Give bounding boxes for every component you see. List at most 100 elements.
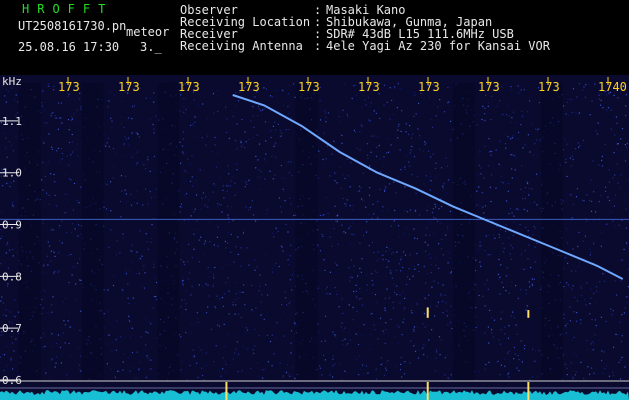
noise-dot — [363, 373, 365, 375]
noise-dot — [234, 140, 237, 142]
antenna-value: 4ele Yagi Az 230 for Kansai VOR — [326, 39, 550, 53]
noise-dot — [386, 288, 388, 290]
noise-dot — [289, 85, 291, 87]
noise-dot — [57, 102, 60, 104]
noise-dot — [155, 296, 157, 298]
noise-dot — [591, 319, 593, 321]
noise-dot — [214, 266, 216, 269]
noise-dot — [189, 295, 191, 297]
noise-dot — [269, 340, 272, 343]
noise-dot — [359, 288, 361, 290]
noise-dot — [482, 295, 484, 297]
noise-dot — [431, 286, 433, 288]
noise-dot — [148, 321, 150, 323]
noise-dot — [16, 252, 18, 254]
noise-dot — [206, 364, 208, 366]
noise-dot — [376, 302, 378, 304]
noise-dot — [331, 153, 333, 155]
noise-dot — [392, 307, 394, 309]
noise-dot — [246, 247, 248, 249]
noise-dot — [197, 104, 200, 107]
noise-dot — [360, 123, 362, 125]
noise-dot — [47, 312, 49, 314]
noise-dot — [387, 360, 389, 362]
noise-dot — [122, 361, 124, 363]
noise-dot — [232, 176, 234, 178]
noise-dot — [6, 285, 9, 287]
noise-dot — [571, 375, 573, 377]
noise-dot — [343, 203, 346, 205]
noise-dot — [147, 332, 149, 334]
noise-dot — [212, 284, 215, 286]
noise-dot — [526, 305, 528, 307]
noise-dot — [251, 285, 253, 287]
time-band — [452, 83, 475, 380]
noise-dot — [402, 291, 404, 293]
noise-dot — [320, 119, 322, 121]
noise-dot — [210, 328, 212, 330]
noise-dot — [230, 251, 232, 253]
noise-dot — [241, 370, 243, 372]
noise-dot — [42, 271, 44, 273]
noise-dot — [292, 367, 294, 369]
noise-dot — [53, 111, 55, 113]
noise-dot — [200, 349, 202, 351]
noise-dot — [377, 200, 379, 202]
noise-dot — [155, 115, 157, 117]
noise-dot — [440, 293, 442, 295]
noise-dot — [282, 375, 284, 377]
noise-dot — [240, 146, 243, 148]
noise-dot — [54, 366, 56, 368]
noise-dot — [77, 235, 79, 237]
noise-dot — [217, 110, 219, 112]
noise-dot — [290, 116, 292, 119]
noise-dot — [208, 276, 210, 278]
noise-dot — [388, 249, 390, 251]
noise-dot — [356, 297, 359, 299]
noise-dot — [377, 251, 379, 253]
noise-dot — [232, 301, 234, 303]
noise-dot — [294, 323, 296, 325]
noise-dot — [5, 137, 7, 139]
noise-dot — [511, 281, 513, 283]
noise-dot — [185, 108, 187, 111]
noise-dot — [57, 204, 59, 206]
noise-dot — [447, 228, 449, 231]
noise-dot — [148, 359, 150, 361]
noise-dot — [607, 213, 609, 215]
noise-dot — [404, 186, 406, 188]
noise-dot — [254, 345, 256, 347]
noise-dot — [253, 352, 255, 354]
noise-dot — [507, 373, 509, 375]
noise-dot — [269, 170, 271, 172]
noise-dot — [258, 375, 260, 377]
noise-dot — [288, 172, 290, 174]
noise-dot — [430, 264, 432, 266]
noise-dot — [413, 328, 415, 330]
noise-dot — [180, 259, 182, 261]
noise-dot — [520, 289, 522, 291]
noise-dot — [336, 215, 338, 217]
noise-dot — [529, 286, 531, 288]
noise-dot — [217, 205, 219, 207]
noise-dot — [384, 185, 386, 187]
noise-dot — [392, 301, 394, 303]
noise-dot — [264, 158, 266, 160]
noise-dot — [491, 95, 493, 97]
noise-dot — [567, 114, 570, 117]
noise-dot — [124, 154, 126, 157]
noise-dot — [7, 242, 9, 244]
noise-dot — [3, 354, 6, 356]
noise-dot — [283, 335, 285, 337]
noise-dot — [518, 370, 520, 372]
noise-dot — [592, 160, 594, 162]
noise-dot — [271, 232, 274, 234]
noise-dot — [624, 366, 626, 368]
noise-dot — [289, 197, 291, 199]
noise-dot — [75, 299, 77, 301]
noise-dot — [511, 137, 514, 139]
noise-dot — [223, 323, 225, 325]
noise-dot — [616, 163, 618, 165]
noise-dot — [228, 137, 230, 140]
noise-dot — [520, 89, 522, 91]
